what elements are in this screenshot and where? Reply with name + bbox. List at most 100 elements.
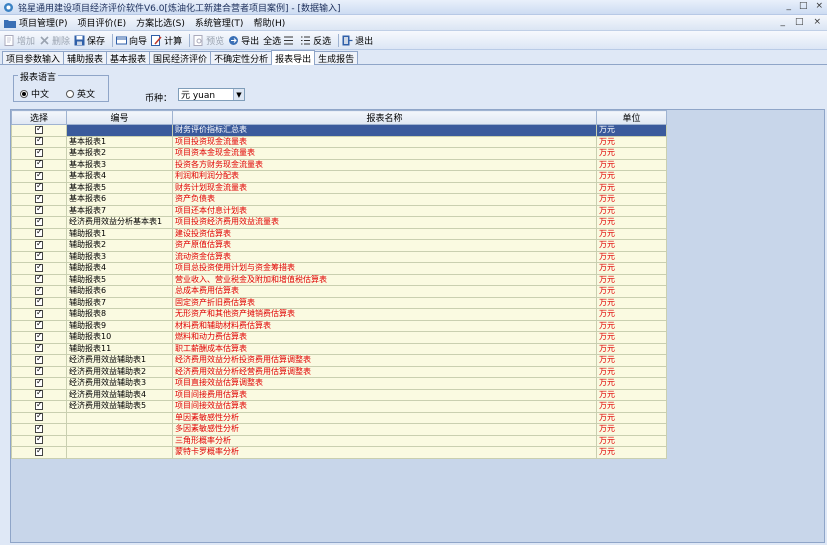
- row-checkbox[interactable]: [35, 171, 43, 180]
- table-row[interactable]: 蒙特卡罗概率分析万元: [11, 446, 667, 459]
- row-checkbox[interactable]: [35, 275, 43, 284]
- row-code[interactable]: 辅助报表3: [66, 250, 173, 263]
- header-code[interactable]: 编号: [66, 110, 173, 125]
- row-code[interactable]: 经济费用效益辅助表2: [66, 365, 173, 378]
- row-checkbox[interactable]: [35, 148, 43, 157]
- delete-button[interactable]: 删除: [39, 34, 70, 47]
- add-button[interactable]: 增加: [4, 34, 35, 47]
- table-row[interactable]: 基本报表2项目资本金现金流量表万元: [11, 147, 667, 160]
- row-report-name[interactable]: 财务评价指标汇总表: [172, 124, 597, 137]
- row-unit[interactable]: 万元: [596, 377, 667, 390]
- row-checkbox[interactable]: [35, 229, 43, 238]
- row-code[interactable]: 基本报表7: [66, 204, 173, 217]
- table-row[interactable]: 辅助报表11职工薪酬成本估算表万元: [11, 342, 667, 355]
- table-row[interactable]: 辅助报表2资产原值估算表万元: [11, 239, 667, 252]
- row-checkbox[interactable]: [35, 332, 43, 341]
- row-code[interactable]: 辅助报表5: [66, 273, 173, 286]
- row-unit[interactable]: 万元: [596, 400, 667, 413]
- row-unit[interactable]: 万元: [596, 446, 667, 459]
- row-code[interactable]: [66, 124, 173, 137]
- row-checkbox[interactable]: [35, 401, 43, 410]
- row-code[interactable]: 基本报表4: [66, 170, 173, 183]
- row-unit[interactable]: 万元: [596, 147, 667, 160]
- row-unit[interactable]: 万元: [596, 135, 667, 148]
- row-unit[interactable]: 万元: [596, 388, 667, 401]
- table-row[interactable]: 辅助报表1建设投资估算表万元: [11, 227, 667, 240]
- table-row[interactable]: 单因素敏感性分析万元: [11, 411, 667, 424]
- row-checkbox[interactable]: [35, 378, 43, 387]
- row-report-name[interactable]: 材料费和辅助材料费估算表: [172, 319, 597, 332]
- row-checkbox[interactable]: [35, 125, 43, 134]
- row-unit[interactable]: 万元: [596, 193, 667, 206]
- row-checkbox[interactable]: [35, 344, 43, 353]
- row-report-name[interactable]: 建设投资估算表: [172, 227, 597, 240]
- table-row[interactable]: 基本报表1项目投资现金流量表万元: [11, 135, 667, 148]
- row-unit[interactable]: 万元: [596, 158, 667, 171]
- invert-button[interactable]: 反选: [300, 34, 331, 47]
- row-unit[interactable]: 万元: [596, 411, 667, 424]
- row-code[interactable]: 基本报表1: [66, 135, 173, 148]
- row-report-name[interactable]: 财务计划现金流量表: [172, 181, 597, 194]
- row-unit[interactable]: 万元: [596, 204, 667, 217]
- tab-report-export[interactable]: 报表导出: [271, 50, 316, 65]
- table-row[interactable]: 辅助报表4项目总投资使用计划与资金筹措表万元: [11, 262, 667, 275]
- row-code[interactable]: 经济费用效益辅助表4: [66, 388, 173, 401]
- radio-english[interactable]: 英文: [66, 87, 95, 100]
- row-checkbox[interactable]: [35, 321, 43, 330]
- row-checkbox[interactable]: [35, 355, 43, 364]
- table-row[interactable]: 基本报表5财务计划现金流量表万元: [11, 181, 667, 194]
- tab-uncertainty[interactable]: 不确定性分析: [210, 51, 273, 65]
- row-checkbox[interactable]: [35, 206, 43, 215]
- row-code[interactable]: 基本报表5: [66, 181, 173, 194]
- row-unit[interactable]: 万元: [596, 216, 667, 229]
- row-checkbox[interactable]: [35, 240, 43, 249]
- row-code[interactable]: 基本报表2: [66, 147, 173, 160]
- menu-project-evaluation[interactable]: 项目评价(E): [77, 16, 126, 29]
- row-report-name[interactable]: 项目资本金现金流量表: [172, 147, 597, 160]
- table-row[interactable]: 经济费用效益辅助表5项目间接效益估算表万元: [11, 400, 667, 413]
- row-checkbox[interactable]: [35, 217, 43, 226]
- radio-chinese[interactable]: 中文: [20, 87, 49, 100]
- row-checkbox[interactable]: [35, 252, 43, 261]
- row-code[interactable]: 辅助报表2: [66, 239, 173, 252]
- row-unit[interactable]: 万元: [596, 285, 667, 298]
- row-code[interactable]: 辅助报表7: [66, 296, 173, 309]
- table-row[interactable]: 辅助报表9材料费和辅助材料费估算表万元: [11, 319, 667, 332]
- row-code[interactable]: 辅助报表1: [66, 227, 173, 240]
- close-button[interactable]: ×: [815, 1, 823, 11]
- table-row[interactable]: 辅助报表7固定资产折旧费估算表万元: [11, 296, 667, 309]
- exit-button[interactable]: 退出: [342, 34, 373, 47]
- tab-generate-report[interactable]: 生成报告: [314, 51, 359, 65]
- row-report-name[interactable]: 项目间接费用估算表: [172, 388, 597, 401]
- row-code[interactable]: 经济费用效益辅助表5: [66, 400, 173, 413]
- table-row[interactable]: 辅助报表6总成本费用估算表万元: [11, 285, 667, 298]
- table-row[interactable]: 经济费用效益辅助表4项目间接费用估算表万元: [11, 388, 667, 401]
- row-checkbox[interactable]: [35, 263, 43, 272]
- table-row[interactable]: 基本报表7项目还本付息计划表万元: [11, 204, 667, 217]
- row-unit[interactable]: 万元: [596, 124, 667, 137]
- table-row[interactable]: 辅助报表10燃料和动力费估算表万元: [11, 331, 667, 344]
- row-checkbox[interactable]: [35, 309, 43, 318]
- row-unit[interactable]: 万元: [596, 308, 667, 321]
- dropdown-arrow-icon[interactable]: ▼: [233, 89, 244, 100]
- mdi-close-button[interactable]: ×: [813, 17, 821, 27]
- row-code[interactable]: [66, 411, 173, 424]
- row-code[interactable]: 经济费用效益分析基本表1: [66, 216, 173, 229]
- row-report-name[interactable]: 经济费用效益分析投资费用估算调整表: [172, 354, 597, 367]
- row-unit[interactable]: 万元: [596, 296, 667, 309]
- row-report-name[interactable]: 总成本费用估算表: [172, 285, 597, 298]
- save-button[interactable]: 保存: [74, 34, 105, 47]
- row-report-name[interactable]: 资产原值估算表: [172, 239, 597, 252]
- row-report-name[interactable]: 项目间接效益估算表: [172, 400, 597, 413]
- row-unit[interactable]: 万元: [596, 262, 667, 275]
- row-code[interactable]: 经济费用效益辅助表1: [66, 354, 173, 367]
- row-report-name[interactable]: 燃料和动力费估算表: [172, 331, 597, 344]
- row-unit[interactable]: 万元: [596, 181, 667, 194]
- row-report-name[interactable]: 流动资金估算表: [172, 250, 597, 263]
- row-checkbox[interactable]: [35, 447, 43, 456]
- row-code[interactable]: 基本报表3: [66, 158, 173, 171]
- row-report-name[interactable]: 无形资产和其他资产摊销费估算表: [172, 308, 597, 321]
- row-report-name[interactable]: 固定资产折旧费估算表: [172, 296, 597, 309]
- row-report-name[interactable]: 资产负债表: [172, 193, 597, 206]
- row-unit[interactable]: 万元: [596, 365, 667, 378]
